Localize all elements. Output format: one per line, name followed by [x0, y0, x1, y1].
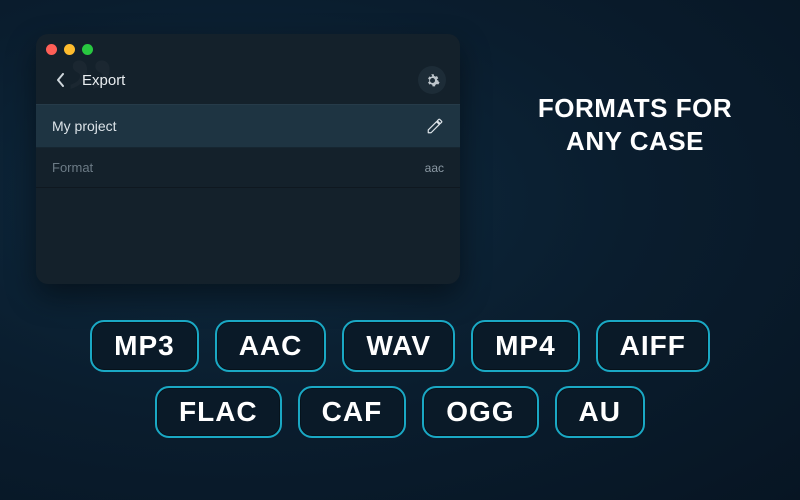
format-chip-row-1: MP3 AAC WAV MP4 AIFF [90, 320, 710, 372]
maximize-window-button[interactable] [82, 44, 93, 55]
chevron-left-icon [56, 73, 66, 87]
project-name-value: My project [52, 118, 426, 134]
settings-button[interactable] [418, 66, 446, 94]
panel-header: Export [36, 64, 460, 104]
export-panel: ” Export My project Format aa [36, 34, 460, 284]
panel-title: Export [82, 72, 418, 89]
format-chip-au[interactable]: AU [555, 386, 645, 438]
window-titlebar [36, 34, 460, 64]
close-window-button[interactable] [46, 44, 57, 55]
headline-line-2: ANY CASE [495, 125, 775, 158]
format-chip-aac[interactable]: AAC [215, 320, 327, 372]
format-chip-ogg[interactable]: OGG [422, 386, 538, 438]
minimize-window-button[interactable] [64, 44, 75, 55]
back-button[interactable] [50, 69, 72, 91]
format-chip-row-2: FLAC CAF OGG AU [155, 386, 645, 438]
promo-headline: FORMATS FOR ANY CASE [495, 92, 775, 157]
headline-line-1: FORMATS FOR [495, 92, 775, 125]
format-chip-mp4[interactable]: MP4 [471, 320, 580, 372]
project-name-row[interactable]: My project [36, 104, 460, 148]
format-chip-mp3[interactable]: MP3 [90, 320, 199, 372]
format-chip-wav[interactable]: WAV [342, 320, 455, 372]
format-row[interactable]: Format aac [36, 148, 460, 188]
format-chip-caf[interactable]: CAF [298, 386, 407, 438]
format-chip-aiff[interactable]: AIFF [596, 320, 710, 372]
pencil-icon [426, 117, 444, 135]
format-chips: MP3 AAC WAV MP4 AIFF FLAC CAF OGG AU [0, 320, 800, 438]
edit-project-name-button[interactable] [426, 117, 444, 135]
window-traffic-lights [46, 44, 93, 55]
format-label: Format [52, 160, 425, 175]
format-chip-flac[interactable]: FLAC [155, 386, 282, 438]
format-value: aac [425, 161, 444, 175]
gear-icon [425, 73, 440, 88]
